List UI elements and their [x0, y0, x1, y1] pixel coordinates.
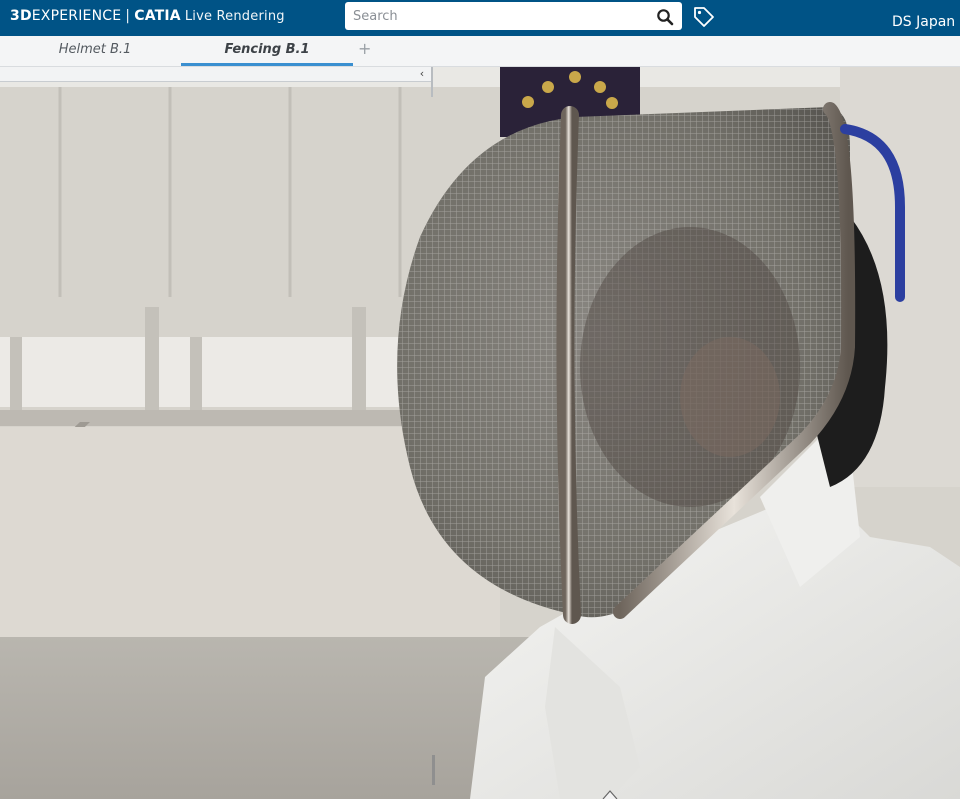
brand-experience: EXPERIENCE	[31, 8, 122, 24]
tag-icon[interactable]	[692, 5, 716, 29]
brand-app-name: CATIA	[134, 8, 181, 24]
render-viewport[interactable]: ‹	[0, 67, 960, 799]
top-bar: 3DEXPERIENCE|CATIALive Rendering DS Japa…	[0, 0, 960, 36]
rendered-scene	[0, 67, 960, 799]
splitter-handle[interactable]	[432, 755, 435, 785]
side-panel-header: ‹	[0, 67, 432, 82]
tab-bar: Helmet B.1 Fencing B.1 +	[0, 36, 960, 67]
tab-helmet-b1[interactable]: Helmet B.1	[9, 36, 181, 66]
panel-edge-divider	[431, 67, 433, 97]
add-tab-button[interactable]: +	[358, 39, 371, 58]
search-icon[interactable]	[656, 8, 674, 26]
chevron-up-icon[interactable]	[601, 788, 619, 799]
brand-module-name: Live Rendering	[184, 9, 285, 24]
user-account-label[interactable]: DS Japan -	[892, 14, 960, 30]
search-box	[345, 2, 682, 30]
search-input[interactable]	[345, 2, 661, 30]
brand-3d: 3D	[10, 8, 32, 24]
tab-fencing-b1[interactable]: Fencing B.1	[181, 36, 353, 66]
chevron-left-icon[interactable]: ‹	[413, 67, 431, 82]
app-brand[interactable]: 3DEXPERIENCE | CATIA Live Rendering	[10, 8, 285, 24]
brand-separator: |	[125, 8, 131, 24]
